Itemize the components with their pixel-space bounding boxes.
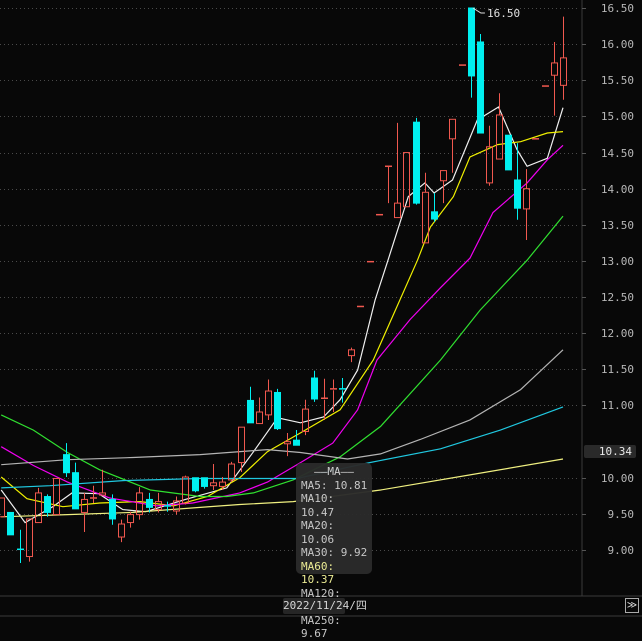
candle-body — [284, 441, 291, 445]
y-tick-label: 14.50 — [600, 146, 634, 160]
candle-body — [505, 134, 512, 171]
candle-body — [496, 114, 503, 160]
candle-body — [35, 492, 42, 524]
y-tick-label: 10.00 — [600, 471, 634, 485]
candle-body — [219, 481, 226, 487]
candle-body — [53, 477, 60, 516]
candle-body — [486, 146, 493, 184]
candle-body — [449, 118, 456, 140]
ma-tooltip: ——MA—— MA5: 10.81 MA10: 10.47 MA20: 10.0… — [296, 463, 372, 640]
y-tick-label: 11.50 — [600, 362, 634, 376]
tooltip-ma10: MA10: 10.47 — [301, 492, 335, 519]
ma-line-ma60 — [1, 349, 564, 466]
y-tick-label: 15.50 — [600, 73, 634, 87]
candle-body — [274, 391, 281, 430]
candle-body — [431, 211, 438, 220]
candle-body — [440, 170, 447, 182]
candle-body — [468, 7, 475, 77]
current-price-label: 10.34 — [584, 445, 636, 459]
ma-line-ma20 — [0, 144, 564, 507]
candle-body — [63, 454, 70, 474]
candle-body — [348, 349, 355, 357]
tooltip-ma30: MA30: 9.92 — [301, 546, 368, 559]
y-tick-label: 13.50 — [600, 218, 634, 232]
y-tick-label: 12.50 — [600, 290, 634, 304]
tooltip-ma60: MA60: 10.37 — [301, 559, 335, 587]
y-tick-label: 16.00 — [600, 37, 634, 51]
candle-body — [238, 426, 245, 464]
candle-body — [265, 390, 272, 416]
candle-body — [72, 472, 79, 510]
candle-body — [192, 477, 199, 492]
candle-body — [551, 62, 558, 76]
candle-body — [403, 152, 410, 208]
crosshair-date-label: 2022/11/24/四 — [283, 598, 367, 614]
scroll-right-button[interactable]: ≫ — [625, 598, 639, 613]
y-tick-label: 14.00 — [600, 182, 634, 196]
y-tick-label: 11.00 — [600, 398, 634, 412]
candle-body — [201, 477, 208, 487]
candle-body — [26, 518, 33, 558]
y-tick-label: 9.00 — [607, 543, 635, 557]
y-tick-label: 13.00 — [600, 254, 634, 268]
candle-body — [514, 179, 521, 209]
tooltip-title: ——MA—— — [314, 465, 354, 478]
tooltip-ma20: MA20: 10.06 — [301, 519, 335, 546]
candle-body — [7, 511, 14, 536]
y-tick-label: 9.50 — [607, 507, 635, 521]
ma-line-ma30 — [0, 215, 564, 498]
candle-body — [127, 514, 134, 524]
candle-body — [146, 498, 153, 508]
candle-body — [394, 202, 401, 219]
candle-body — [81, 498, 88, 513]
candle-body — [210, 482, 217, 487]
candle-body — [477, 41, 484, 134]
candle-body — [247, 399, 254, 424]
candle-body — [523, 188, 530, 210]
candle-body — [109, 498, 116, 520]
ma-line-ma5 — [0, 106, 564, 524]
candle-body — [256, 411, 263, 425]
candle-body — [311, 377, 318, 400]
candle-body — [0, 497, 5, 518]
y-tick-label: 12.00 — [600, 326, 634, 340]
candle-body — [560, 57, 567, 86]
ma-line-ma250 — [1, 458, 564, 518]
max-price-annotation: 16.50 — [487, 7, 521, 20]
candle-body — [118, 523, 125, 538]
tooltip-ma5: MA5: 10.81 — [301, 478, 368, 492]
tooltip-ma250: MA250: 9.67 — [301, 613, 341, 641]
y-tick-label: 15.00 — [600, 109, 634, 123]
candle-body — [44, 496, 51, 513]
candle-body — [228, 463, 235, 481]
y-tick-label: 16.50 — [600, 1, 634, 15]
candle-body — [293, 439, 300, 446]
candle-body — [413, 121, 420, 204]
